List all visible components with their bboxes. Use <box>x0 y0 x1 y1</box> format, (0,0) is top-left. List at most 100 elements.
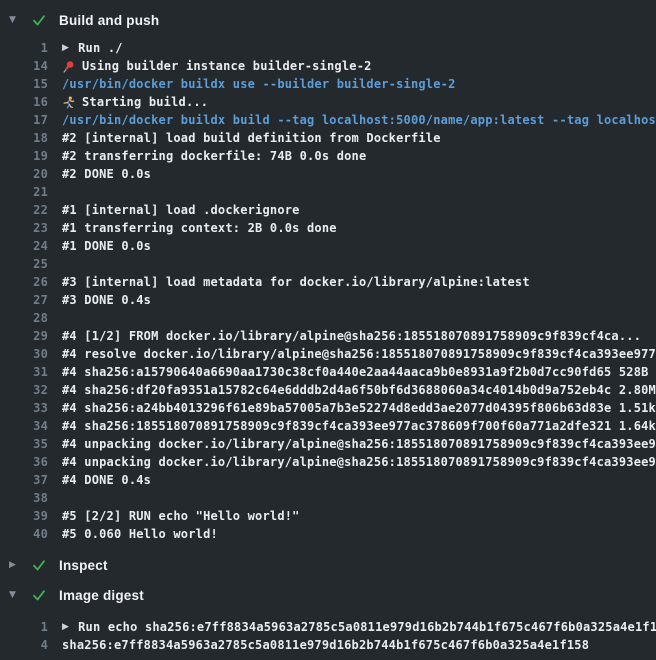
line-number[interactable]: 30 <box>0 347 48 361</box>
log-text-content: #4 DONE 0.4s <box>62 473 151 487</box>
section-body: 1 ▶ Run echo sha256:e7ff8834a5963a2785c5a0… <box>0 609 656 660</box>
log-line: 34#4 sha256:185518070891758909c9f839cf4c… <box>0 417 656 435</box>
line-number[interactable]: 16 <box>0 95 48 109</box>
log-line: 17/usr/bin/docker buildx build --tag loc… <box>0 111 656 129</box>
log-section-inspect: ▶ Inspect <box>0 551 656 579</box>
log-text: #2 transferring dockerfile: 74B 0.0s don… <box>62 149 656 163</box>
line-number[interactable]: 26 <box>0 275 48 289</box>
line-number[interactable]: 39 <box>0 509 48 523</box>
log-line: 4sha256:e7ff8834a5963a2785c5a0811e979d16… <box>0 636 656 654</box>
line-number[interactable]: 38 <box>0 491 48 505</box>
log-text-content: #1 transferring context: 2B 0.0s done <box>62 221 337 235</box>
log-text-content: #4 sha256:df20fa9351a15782c64e6dddb2d4a6… <box>62 383 656 397</box>
log-line: 19 #2 transferring dockerfile: 74B 0.0s d… <box>0 147 656 165</box>
log-line: 31 #4 sha256:a15790640a6690aa1730c38cf0a4… <box>0 363 656 381</box>
section-header-inspect[interactable]: ▶ Inspect <box>0 551 656 579</box>
log-line: 33 #4 sha256:a24bb4013296f61e89ba57005a7b… <box>0 399 656 417</box>
log-line: 36 #4 unpacking docker.io/library/alpine@… <box>0 453 656 471</box>
log-line: 27 #3 DONE 0.4s <box>0 291 656 309</box>
log-text-content: #4 sha256:a24bb4013296f61e89ba57005a7b3e… <box>62 401 656 415</box>
line-number[interactable]: 1 <box>0 620 48 634</box>
expand-run-icon[interactable]: ▶ <box>62 622 69 632</box>
line-number[interactable]: 35 <box>0 437 48 451</box>
log-line: 22 #1 [internal] load .dockerignore <box>0 201 656 219</box>
workflow-log-viewer: ▼Build and push1▶Run ./14Using builder i… <box>0 0 656 660</box>
log-text: #1 DONE 0.0s <box>62 239 656 253</box>
log-text: #4 unpacking docker.io/library/alpine@sh… <box>62 437 656 451</box>
line-number[interactable]: 18 <box>0 131 48 145</box>
section-title: Build and push <box>59 13 159 28</box>
log-line: 39 #5 [2/2] RUN echo "Hello world!" <box>0 507 656 525</box>
line-number[interactable]: 4 <box>0 638 48 652</box>
log-text: Using builder instance builder-single-2 <box>62 59 656 73</box>
log-line: 38 <box>0 489 656 507</box>
log-text: #3 [internal] load metadata for docker.i… <box>62 275 656 289</box>
line-number[interactable]: 23 <box>0 221 48 235</box>
log-text: #5 0.060 Hello world! <box>62 527 656 541</box>
log-section-image-digest: ▼Image digest 1 ▶ Run echo sha256:e7ff8834a… <box>0 581 656 660</box>
log-text-content: #4 unpacking docker.io/library/alpine@sh… <box>62 437 656 451</box>
line-number[interactable]: 22 <box>0 203 48 217</box>
expand-run-icon[interactable]: ▶ <box>62 43 69 53</box>
log-text: #1 transferring context: 2B 0.0s done <box>62 221 656 235</box>
line-number[interactable]: 20 <box>0 167 48 181</box>
log-line: 37 #4 DONE 0.4s <box>0 471 656 489</box>
line-number[interactable]: 21 <box>0 185 48 199</box>
log-text: #3 DONE 0.4s <box>62 293 656 307</box>
log-text-content: #2 transferring dockerfile: 74B 0.0s don… <box>62 149 366 163</box>
section-header-build-and-push[interactable]: ▼Build and push <box>0 6 656 34</box>
log-text: #4 DONE 0.4s <box>62 473 656 487</box>
log-text: #2 [internal] load build definition from… <box>62 131 656 145</box>
log-text-content: Using builder instance builder-single-2 <box>82 59 372 73</box>
log-text: #4 sha256:a24bb4013296f61e89ba57005a7b3e… <box>62 401 656 415</box>
check-success-icon <box>31 557 47 573</box>
chevron-right-icon: ▶ <box>9 551 23 579</box>
log-text-content: #3 DONE 0.4s <box>62 293 151 307</box>
section-title: Image digest <box>59 588 144 603</box>
log-text: #4 sha256:a15790640a6690aa1730c38cf0a440… <box>62 365 656 379</box>
line-number[interactable]: 34 <box>0 419 48 433</box>
log-text: #4 resolve docker.io/library/alpine@sha2… <box>62 347 656 361</box>
log-line: 20#2 DONE 0.0s <box>0 165 656 183</box>
line-number[interactable]: 14 <box>0 59 48 73</box>
log-text-content: #3 [internal] load metadata for docker.i… <box>62 275 530 289</box>
log-text: ▶Run ./ <box>62 41 656 55</box>
log-text-content: Starting build... <box>82 95 208 109</box>
line-number[interactable]: 37 <box>0 473 48 487</box>
log-text: ▶ Run echo sha256:e7ff8834a5963a2785c5a08… <box>62 620 656 634</box>
log-text-content: #1 DONE 0.0s <box>62 239 151 253</box>
log-text-content: /usr/bin/docker buildx build --tag local… <box>62 113 656 127</box>
log-line: 15/usr/bin/docker buildx use --builder b… <box>0 75 656 93</box>
line-number[interactable]: 25 <box>0 257 48 271</box>
log-text: Starting build... <box>62 95 656 109</box>
log-line: 23 #1 transferring context: 2B 0.0s done <box>0 219 656 237</box>
section-title: Inspect <box>59 558 108 573</box>
line-number[interactable]: 24 <box>0 239 48 253</box>
section-header-image-digest[interactable]: ▼Image digest <box>0 581 656 609</box>
log-line: 28 <box>0 309 656 327</box>
log-text: #1 [internal] load .dockerignore <box>62 203 656 217</box>
log-text-content: #5 0.060 Hello world! <box>62 527 218 541</box>
log-text-content: #4 unpacking docker.io/library/alpine@sh… <box>62 455 656 469</box>
line-number[interactable]: 27 <box>0 293 48 307</box>
line-number[interactable]: 33 <box>0 401 48 415</box>
line-number[interactable]: 19 <box>0 149 48 163</box>
line-number[interactable]: 31 <box>0 365 48 379</box>
line-number[interactable]: 29 <box>0 329 48 343</box>
line-number[interactable]: 15 <box>0 77 48 91</box>
log-text: #5 [2/2] RUN echo "Hello world!" <box>62 509 656 523</box>
log-text-content: Run echo sha256:e7ff8834a5963a2785c5a081… <box>78 620 656 634</box>
line-number[interactable]: 1 <box>0 41 48 55</box>
log-line: 29 #4 [1/2] FROM docker.io/library/alpine… <box>0 327 656 345</box>
log-text-content: #4 [1/2] FROM docker.io/library/alpine@s… <box>62 329 641 343</box>
log-line: 1 ▶ Run echo sha256:e7ff8834a5963a2785c5a0… <box>0 618 656 636</box>
log-text-content: /usr/bin/docker buildx use --builder bui… <box>62 77 456 91</box>
log-section-build-and-push: ▼Build and push 1 ▶Run ./ 14 Using builder i… <box>0 6 656 549</box>
line-number[interactable]: 40 <box>0 527 48 541</box>
line-number[interactable]: 28 <box>0 311 48 325</box>
log-line: 24 #1 DONE 0.0s <box>0 237 656 255</box>
line-number[interactable]: 32 <box>0 383 48 397</box>
line-number[interactable]: 17 <box>0 113 48 127</box>
log-line: 30 #4 resolve docker.io/library/alpine@sh… <box>0 345 656 363</box>
line-number[interactable]: 36 <box>0 455 48 469</box>
